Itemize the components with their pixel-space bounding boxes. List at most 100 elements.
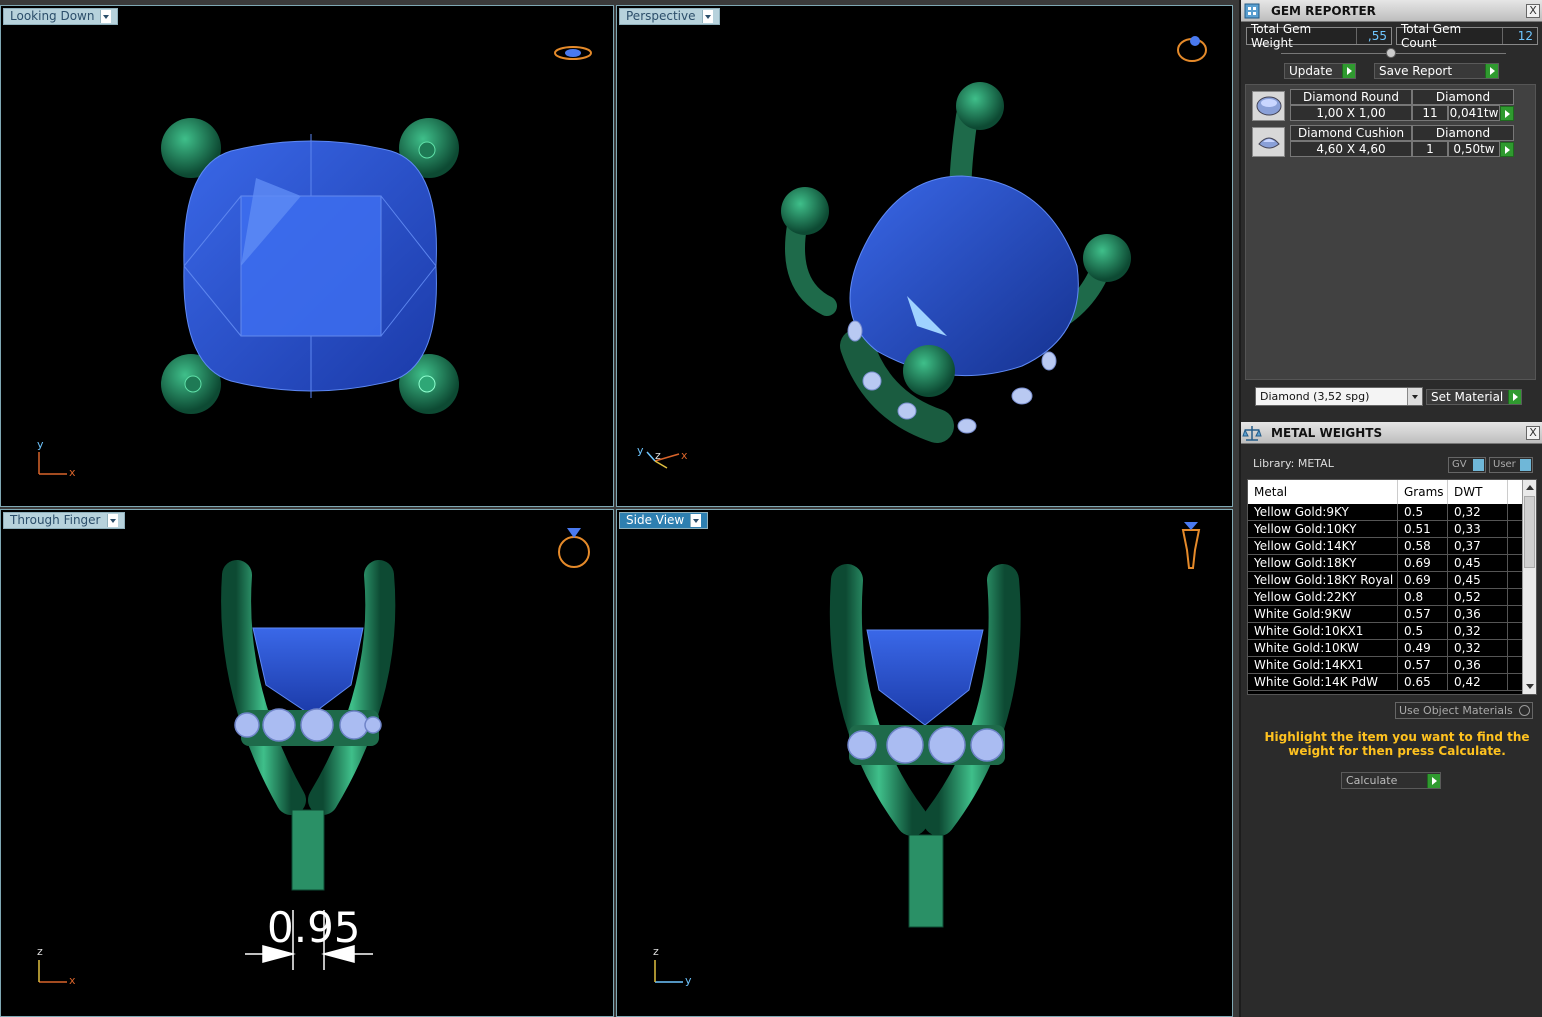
cushion-gem <box>252 627 364 716</box>
table-row[interactable]: Yellow Gold:18KY Royal 0.69 0,45 <box>1248 572 1522 589</box>
viewport-label: Looking Down <box>10 9 95 23</box>
table-row[interactable]: White Gold:10KW 0.49 0,32 <box>1248 640 1522 657</box>
dwt-cell: 0,45 <box>1448 572 1508 588</box>
grams-cell: 0.5 <box>1398 623 1448 639</box>
grams-cell: 0.51 <box>1398 521 1448 537</box>
gem-row[interactable]: Diamond Round Diamond 1,00 X 1,00 11 0,0… <box>1250 89 1514 121</box>
cushion-gem <box>866 629 984 726</box>
user-label: User <box>1493 459 1516 470</box>
axis-y-label: y <box>37 438 44 451</box>
metal-weights-title: METAL WEIGHTS <box>1271 425 1383 440</box>
table-row[interactable]: Yellow Gold:22KY 0.8 0,52 <box>1248 589 1522 606</box>
gem-round-thumbnail <box>1252 91 1285 121</box>
gem-size: 4,60 X 4,60 <box>1290 141 1412 157</box>
material-select[interactable]: Diamond (3,52 spg) <box>1255 387 1423 406</box>
chevron-down-icon[interactable] <box>701 10 713 23</box>
scroll-up-icon[interactable] <box>1526 485 1534 490</box>
viewport-label: Through Finger <box>10 513 101 527</box>
viewport-perspective[interactable]: x y z Perspective <box>616 5 1233 507</box>
total-weight-label: Total Gem Weight <box>1251 22 1312 50</box>
metal-name-cell: White Gold:9KW <box>1248 606 1398 622</box>
viewport-menu-looking-down[interactable]: Looking Down <box>3 8 119 25</box>
chevron-down-icon[interactable] <box>690 514 702 527</box>
axis-y-label: y <box>637 444 644 457</box>
dwt-cell: 0,33 <box>1448 521 1508 537</box>
radio-icon <box>1519 705 1530 716</box>
viewport-menu-side-view[interactable]: Side View <box>619 512 709 529</box>
column-header-dwt[interactable]: DWT <box>1448 480 1508 504</box>
table-row[interactable]: Yellow Gold:18KY 0.69 0,45 <box>1248 555 1522 572</box>
metal-name-cell: White Gold:14KX1 <box>1248 657 1398 673</box>
perspective-scene <box>646 36 1207 469</box>
gem-weight: 0,50tw <box>1448 141 1500 157</box>
prong <box>781 187 829 235</box>
axis-z-label: z <box>37 945 43 958</box>
play-arrow-icon[interactable] <box>1500 142 1514 157</box>
chevron-down-icon[interactable] <box>106 514 118 527</box>
total-count-label: Total Gem Count <box>1401 22 1462 50</box>
close-icon[interactable]: X <box>1526 425 1540 440</box>
play-arrow-icon[interactable] <box>1500 106 1514 121</box>
column-header-grams[interactable]: Grams <box>1398 480 1448 504</box>
table-row[interactable]: White Gold:10KX1 0.5 0,32 <box>1248 623 1522 640</box>
table-row[interactable]: Yellow Gold:9KY 0.5 0,32 <box>1248 504 1522 521</box>
chevron-down-icon[interactable] <box>100 10 112 23</box>
chevron-down-icon[interactable] <box>1407 388 1422 405</box>
scrollbar[interactable] <box>1522 480 1536 694</box>
table-row[interactable]: Yellow Gold:10KY 0.51 0,33 <box>1248 521 1522 538</box>
calculate-hint: Highlight the item you want to find the … <box>1264 730 1530 758</box>
table-row[interactable]: White Gold:14KX1 0.57 0,36 <box>1248 657 1522 674</box>
gv-toggle[interactable]: GV <box>1448 457 1486 473</box>
gv-label: GV <box>1452 459 1467 470</box>
calculate-label: Calculate <box>1346 774 1398 787</box>
set-material-button[interactable]: Set Material <box>1426 389 1522 405</box>
ring-front-icon <box>558 528 590 568</box>
dimension-value: 0.95 <box>267 903 361 952</box>
set-material-label: Set Material <box>1431 390 1504 404</box>
grams-cell: 0.65 <box>1398 674 1448 690</box>
gem-size: 1,00 X 1,00 <box>1290 105 1412 121</box>
update-label: Update <box>1289 64 1333 78</box>
dwt-cell: 0,45 <box>1448 555 1508 571</box>
user-toggle[interactable]: User <box>1489 457 1533 473</box>
dwt-cell: 0,36 <box>1448 657 1508 673</box>
cushion-gem <box>849 175 1079 377</box>
save-report-button[interactable]: Save Report <box>1374 63 1499 79</box>
table-row[interactable]: White Gold:14K PdW 0.65 0,42 <box>1248 674 1522 691</box>
metal-name-cell: White Gold:10KX1 <box>1248 623 1398 639</box>
scroll-down-icon[interactable] <box>1526 684 1534 689</box>
ring-top-icon <box>554 46 592 60</box>
calculate-button[interactable]: Calculate <box>1341 772 1441 789</box>
grams-cell: 0.69 <box>1398 555 1448 571</box>
use-object-materials-toggle[interactable]: Use Object Materials <box>1395 702 1533 719</box>
ring-side-icon <box>1181 522 1201 569</box>
axis-x-label: x <box>681 449 688 462</box>
viewport-looking-down[interactable]: x y Looking Down <box>0 5 614 507</box>
update-button[interactable]: Update <box>1284 63 1356 79</box>
table-row[interactable]: Yellow Gold:14KY 0.58 0,37 <box>1248 538 1522 555</box>
grams-cell: 0.49 <box>1398 640 1448 656</box>
gem-row[interactable]: Diamond Cushion Diamond 4,60 X 4,60 1 0,… <box>1250 125 1514 157</box>
viewport-menu-through-finger[interactable]: Through Finger <box>3 512 125 529</box>
viewport-menu-perspective[interactable]: Perspective <box>619 8 720 25</box>
scrollbar-thumb[interactable] <box>1524 496 1535 568</box>
play-arrow-icon <box>1485 64 1498 78</box>
use-object-materials-label: Use Object Materials <box>1399 704 1513 717</box>
axis-z-label: z <box>653 945 659 958</box>
viewport-through-finger[interactable]: 0.95 x z Through Finger <box>0 509 614 1017</box>
table-row[interactable]: White Gold:9KW 0.57 0,36 <box>1248 606 1522 623</box>
total-gem-count: Total Gem Count 12 <box>1396 22 1538 50</box>
viewport-label: Perspective <box>626 9 696 23</box>
close-icon[interactable]: X <box>1526 3 1540 18</box>
toggle-indicator-icon <box>1520 459 1531 471</box>
slider-handle[interactable] <box>1386 48 1396 58</box>
gem-weight: 0,041tw <box>1448 105 1500 121</box>
scale-icon <box>1241 422 1263 444</box>
metal-name-cell: White Gold:10KW <box>1248 640 1398 656</box>
viewport-side-view[interactable]: y z Side View <box>616 509 1233 1017</box>
gem-name: Diamond Cushion <box>1290 125 1412 141</box>
metal-name-cell: Yellow Gold:22KY <box>1248 589 1398 605</box>
looking-down-scene <box>38 46 592 475</box>
prong <box>903 345 955 397</box>
column-header-metal[interactable]: Metal <box>1248 480 1398 504</box>
